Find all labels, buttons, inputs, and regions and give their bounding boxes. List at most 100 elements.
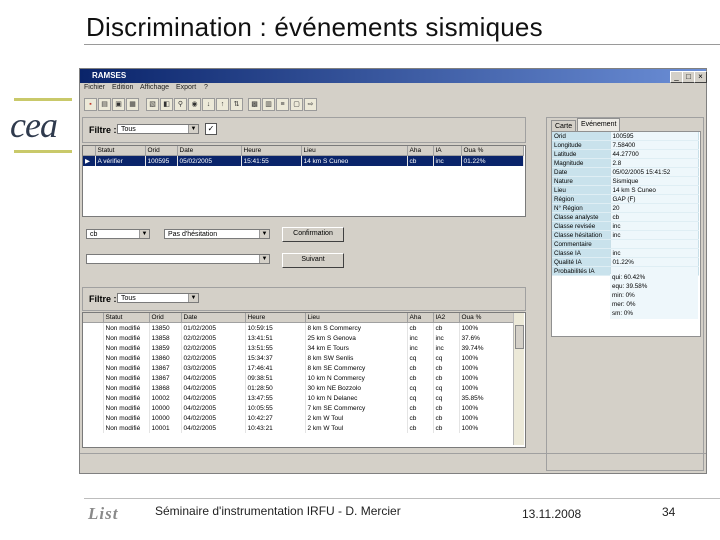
table-row[interactable]: Non modifié 10000 04/02/2005 10:05:55 7 km S… xyxy=(83,403,514,413)
col-statut[interactable]: Statut xyxy=(95,146,146,156)
chevron-down-icon[interactable]: ▼ xyxy=(259,255,269,263)
export-icon[interactable]: ⇨ xyxy=(304,98,317,111)
property-row[interactable]: Qualité IA 01.22% xyxy=(552,257,699,267)
menu-edition[interactable]: Edition xyxy=(112,84,133,91)
col-qua[interactable]: Oua % xyxy=(461,146,524,156)
property-name: Magnitude xyxy=(552,158,611,168)
next-button[interactable]: Suivant xyxy=(282,253,344,268)
row-indicator xyxy=(83,343,104,353)
top-filter-select[interactable]: Tous ▼ xyxy=(117,124,199,134)
print-icon[interactable]: ▦ xyxy=(126,98,139,111)
filter-icon[interactable]: ◧ xyxy=(160,98,173,111)
menu-export[interactable]: Export xyxy=(176,84,196,91)
map-icon[interactable]: ▩ xyxy=(248,98,261,111)
sort-icon[interactable]: ⇅ xyxy=(230,98,243,111)
table-row[interactable]: Non modifié 10001 04/02/2005 10:43:21 2 km W… xyxy=(83,423,514,433)
cell-heure: 09:38:51 xyxy=(245,373,306,383)
chevron-down-icon[interactable]: ▼ xyxy=(188,294,198,302)
col-orid[interactable]: Orid xyxy=(149,313,182,323)
cell-date: 02/02/2005 xyxy=(181,353,246,363)
table-row[interactable]: Non modifié 13868 04/02/2005 01:28:50 30 km … xyxy=(83,383,514,393)
row-indicator xyxy=(83,393,104,403)
cell-orid: 10000 xyxy=(149,403,182,413)
find-icon[interactable]: ⚲ xyxy=(174,98,187,111)
col-heure[interactable]: Heure xyxy=(245,313,306,323)
table-row[interactable]: Non modifié 10002 04/02/2005 13:47:55 10 km … xyxy=(83,393,514,403)
cell-heure: 15:41:55 xyxy=(241,155,302,166)
properties-icon[interactable]: ▧ xyxy=(146,98,159,111)
property-row[interactable]: Classe revisée inc xyxy=(552,221,699,231)
property-row[interactable]: Commentaire xyxy=(552,239,699,249)
col-orid[interactable]: Orid xyxy=(145,146,178,156)
confirm-button[interactable]: Confirmation xyxy=(282,227,344,242)
sort-asc-icon[interactable]: ↑ xyxy=(216,98,229,111)
close-icon[interactable]: × xyxy=(694,71,707,83)
col-lieu[interactable]: Lieu xyxy=(305,313,408,323)
col-aha[interactable]: Aha xyxy=(407,146,434,156)
hesitation-select[interactable]: Pas d'hésitation ▼ xyxy=(164,229,270,239)
window-icon[interactable]: ▢ xyxy=(290,98,303,111)
col-aha[interactable]: Aha xyxy=(407,313,434,323)
chevron-down-icon[interactable]: ▼ xyxy=(259,230,269,238)
cell-qua: 01.22% xyxy=(461,155,524,166)
table-row[interactable]: ▶ A vérifier 100595 05/02/2005 15:41:55 … xyxy=(83,155,524,166)
chevron-down-icon[interactable]: ▼ xyxy=(139,230,149,238)
property-row[interactable]: Orid 100595 xyxy=(552,132,699,141)
cell-orid: 13867 xyxy=(149,373,182,383)
property-row[interactable]: Lieu 14 km S Cuneo xyxy=(552,185,699,195)
cell-date: 04/02/2005 xyxy=(181,383,246,393)
scroll-thumb[interactable] xyxy=(515,325,524,349)
col-qua[interactable]: Oua % xyxy=(459,313,514,323)
property-row[interactable]: Nature Sismique xyxy=(552,176,699,186)
property-row[interactable]: Région GAP (F) xyxy=(552,194,699,204)
table-row[interactable]: Non modifié 13867 04/02/2005 09:38:51 10 km … xyxy=(83,373,514,383)
cell-date: 04/02/2005 xyxy=(181,393,246,403)
table-row[interactable]: Non modifié 13860 02/02/2005 15:34:37 8 km S… xyxy=(83,353,514,363)
grid-icon[interactable]: ▥ xyxy=(262,98,275,111)
menu-help[interactable]: ? xyxy=(204,84,208,91)
table-row[interactable]: Non modifié 13850 01/02/2005 10:59:15 8 km S… xyxy=(83,322,514,333)
col-date[interactable]: Date xyxy=(181,313,246,323)
table-row[interactable]: Non modifié 13867 03/02/2005 17:46:41 8 km S… xyxy=(83,363,514,373)
property-row[interactable]: Date 05/02/2005 15:41:52 xyxy=(552,167,699,177)
table-row[interactable]: Non modifié 13859 02/02/2005 13:51:55 34 km … xyxy=(83,343,514,353)
search-icon[interactable]: ◉ xyxy=(188,98,201,111)
footer-divider xyxy=(84,498,720,499)
property-row[interactable]: Classe hésitation inc xyxy=(552,230,699,240)
comment-select[interactable]: ▼ xyxy=(86,254,270,264)
col-date[interactable]: Date xyxy=(177,146,242,156)
col-ia2[interactable]: IA2 xyxy=(433,313,460,323)
col-lieu[interactable]: Lieu xyxy=(301,146,408,156)
property-row[interactable]: N° Région 20 xyxy=(552,203,699,213)
menu-affichage[interactable]: Affichage xyxy=(140,84,169,91)
property-value: GAP (F) xyxy=(610,194,699,204)
table-row[interactable]: Non modifié 13858 02/02/2005 13:41:51 25 km … xyxy=(83,333,514,343)
menu-fichier[interactable]: Fichier xyxy=(84,84,105,91)
col-statut[interactable]: Statut xyxy=(103,313,150,323)
tab-evenement[interactable]: Evénement xyxy=(577,118,621,132)
sort-desc-icon[interactable]: ↓ xyxy=(202,98,215,111)
cell-statut: Non modifié xyxy=(103,403,150,413)
class-select[interactable]: cb ▼ xyxy=(86,229,150,239)
property-row[interactable]: Classe IA inc xyxy=(552,248,699,258)
open-icon[interactable]: ▤ xyxy=(98,98,111,111)
col-ia[interactable]: IA xyxy=(433,146,462,156)
cell-ia2: inc xyxy=(433,333,460,343)
property-row[interactable]: Latitude 44.27700 xyxy=(552,149,699,159)
hesitation-select-value: Pas d'hésitation xyxy=(168,231,218,238)
list-icon[interactable]: ≡ xyxy=(276,98,289,111)
top-filter-checkbox[interactable]: ✓ xyxy=(205,123,217,135)
save-icon[interactable]: ▣ xyxy=(112,98,125,111)
bottom-filter-select[interactable]: Tous ▼ xyxy=(117,293,199,303)
col-heure[interactable]: Heure xyxy=(241,146,302,156)
property-row[interactable]: Magnitude 2.8 xyxy=(552,158,699,168)
chevron-down-icon[interactable]: ▼ xyxy=(188,125,198,133)
bottom-table-scrollbar[interactable] xyxy=(513,313,524,445)
cell-qua: 100% xyxy=(459,363,514,373)
table-row[interactable]: Non modifié 10000 04/02/2005 10:42:27 2 km W… xyxy=(83,413,514,423)
property-row[interactable]: Longitude 7.58400 xyxy=(552,140,699,150)
property-name: N° Région xyxy=(552,203,611,213)
cell-aha: cb xyxy=(407,423,434,433)
new-icon[interactable]: ▪ xyxy=(84,98,97,111)
property-row[interactable]: Classe analyste cb xyxy=(552,212,699,222)
